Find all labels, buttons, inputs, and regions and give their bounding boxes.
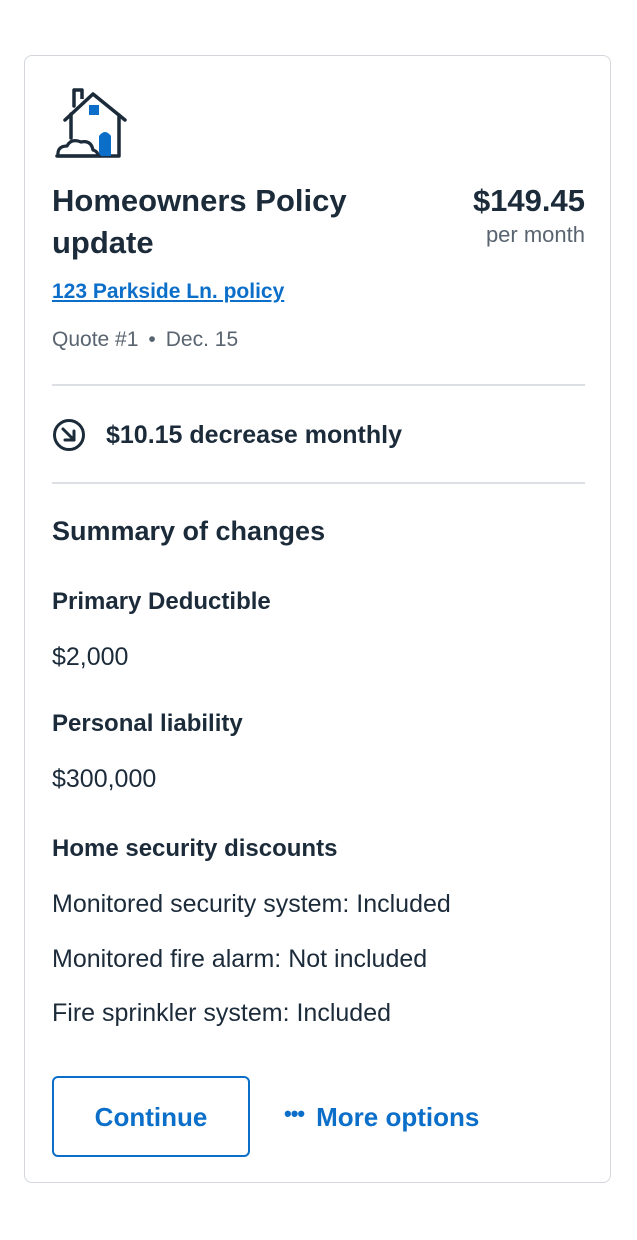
quote-meta: Quote #1 • Dec. 15 [52, 326, 238, 354]
deductible-label: Primary Deductible [52, 588, 271, 615]
divider [52, 482, 585, 484]
quote-number: Quote #1 [52, 328, 139, 351]
monthly-price: $149.45 [472, 183, 585, 218]
summary-title: Summary of changes [52, 516, 326, 546]
liability-label: Personal liability [52, 710, 243, 737]
discount-line: Monitored fire alarm: Not included [52, 945, 428, 973]
continue-button[interactable]: Continue [52, 1076, 250, 1157]
price-change-row: $10.15 decrease monthly [52, 418, 402, 452]
more-options-label: More options [316, 1102, 480, 1132]
house-icon [55, 88, 127, 158]
deductible-value: $2,000 [52, 643, 129, 671]
divider [52, 384, 585, 386]
price-block: $149.45 per month [473, 180, 585, 248]
more-options-button[interactable]: ••• More options [284, 1100, 479, 1134]
policy-card: Homeowners Policy update $149.45 per mon… [24, 55, 611, 1183]
price-period: per month [485, 222, 585, 247]
meta-separator: • [148, 328, 156, 351]
discount-line: Monitored security system: Included [52, 890, 451, 918]
discounts-label: Home security discounts [52, 835, 338, 862]
policy-address-link[interactable]: 123 Parkside Ln. policy [52, 278, 284, 306]
price-change-text: $10.15 decrease monthly [106, 421, 402, 449]
discount-line: Fire sprinkler system: Included [52, 999, 392, 1027]
liability-value: $300,000 [52, 765, 157, 793]
arrow-down-right-circle-icon [53, 419, 85, 451]
quote-date: Dec. 15 [165, 328, 239, 351]
policy-title: Homeowners Policy update [52, 183, 347, 260]
ellipsis-icon: ••• [284, 1101, 305, 1126]
